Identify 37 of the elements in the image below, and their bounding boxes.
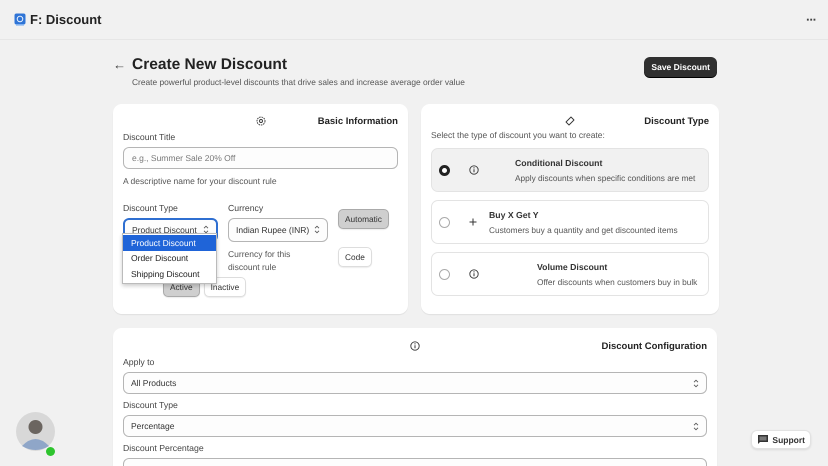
method-toggle[interactable]: Automatic: [338, 208, 389, 229]
dropdown-option[interactable]: Order Discount: [123, 250, 216, 266]
prompt-text: Select the type of discount you want to create:: [431, 130, 606, 140]
card-title: Basic Information: [318, 116, 398, 126]
select-field[interactable]: Percentage: [123, 415, 707, 437]
back-button[interactable]: ←: [113, 55, 126, 75]
option-title: Volume Discount: [537, 262, 608, 272]
field-label: Currency: [228, 202, 264, 213]
field-label: Discount Title: [123, 132, 176, 142]
card-title: Discount Configuration: [601, 340, 707, 352]
page-subtitle: Create powerful product-level discounts that drive sales and increase average order value: [132, 77, 465, 87]
field-label: Apply to: [123, 357, 156, 367]
field-label: Discount Percentage: [123, 443, 205, 453]
select-field[interactable]: All Products: [123, 372, 707, 394]
dropdown-option[interactable]: Shipping Discount: [123, 266, 216, 282]
more-menu[interactable]: ···: [806, 12, 816, 27]
option-description: Offer discounts when customers buy in bulk: [537, 276, 698, 286]
option-title: Conditional Discount: [515, 158, 604, 168]
help-text: Currency for this discount rule: [228, 248, 292, 274]
option-description: Apply discounts when specific conditions are met: [515, 172, 696, 182]
field-label: Discount Type: [123, 400, 179, 410]
app-title: F: Discount: [30, 12, 102, 27]
save-button[interactable]: Save Discount: [644, 57, 717, 77]
dropdown-option[interactable]: Product Discount: [123, 235, 216, 250]
currency-select[interactable]: Indian Rupee (INR): [228, 218, 328, 242]
page-title: Create New Discount: [132, 55, 288, 75]
option-title: Buy X Get Y: [489, 210, 540, 220]
card-title: Discount Type: [644, 116, 709, 126]
help-text: A descriptive name for your discount rule: [123, 175, 278, 188]
method-toggle[interactable]: Code: [338, 246, 372, 267]
discount-option[interactable]: Buy X Get Y Customers buy a quantity and get discounted items: [431, 200, 709, 244]
discount-option[interactable]: Conditional Discount Apply discounts when specific conditions are met: [431, 148, 709, 192]
option-description: Customers buy a quantity and get discounted items: [489, 224, 679, 234]
discount-option[interactable]: Volume Discount Offer discounts when customers buy in bulk: [431, 252, 709, 296]
support-button[interactable]: Support: [751, 430, 811, 449]
field-label: Discount Type: [123, 202, 179, 213]
discount-title-field[interactable]: e.g., Summer Sale 20% Off: [123, 147, 398, 169]
